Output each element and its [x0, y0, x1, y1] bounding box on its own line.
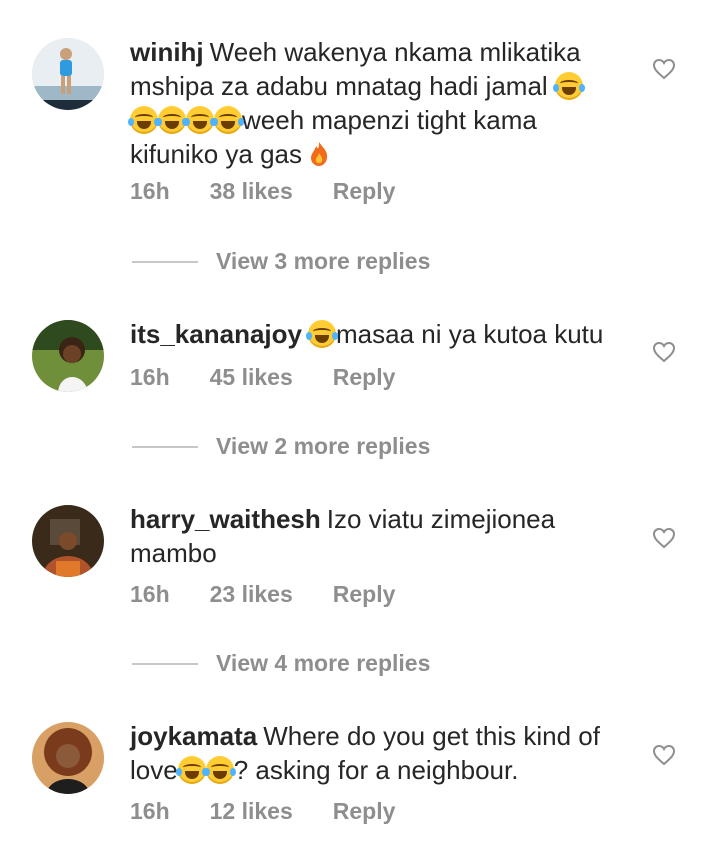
comment-text: its_kananajoy masaa ni ya kutoa kutu	[130, 317, 620, 351]
reply-button[interactable]: Reply	[333, 798, 396, 824]
comment-time: 16h	[130, 178, 170, 204]
comment-username[interactable]: its_kananajoy	[130, 319, 302, 349]
reply-button[interactable]: Reply	[333, 178, 396, 204]
comment-username[interactable]: joykamata	[130, 721, 257, 751]
comment-body: ? asking for a neighbour.	[233, 755, 519, 785]
comment-text: winihj Weeh wakenya nkama mlikatika mship…	[128, 35, 620, 171]
view-more-replies[interactable]: View 3 more replies	[132, 248, 430, 275]
comment-meta: 16h 23 likes Reply	[130, 581, 435, 608]
replies-divider	[132, 662, 198, 665]
reply-button[interactable]: Reply	[333, 364, 396, 390]
heart-icon[interactable]	[652, 58, 676, 80]
comment-likes[interactable]: 23 likes	[210, 581, 293, 607]
replies-divider	[132, 260, 198, 263]
comment-meta: 16h 38 likes Reply	[130, 178, 435, 205]
comment-time: 16h	[130, 364, 170, 390]
laugh-emoji-icon	[175, 756, 208, 784]
laugh-emoji-icon	[184, 106, 216, 134]
view-more-replies[interactable]: View 2 more replies	[132, 433, 430, 460]
reply-button[interactable]: Reply	[333, 581, 396, 607]
avatar-image	[32, 38, 104, 110]
laugh-emoji-icon	[552, 72, 585, 100]
comment-meta: 16h 45 likes Reply	[130, 364, 435, 391]
replies-divider	[132, 445, 198, 448]
comment-time: 16h	[130, 798, 170, 824]
laugh-emoji-icon	[156, 106, 188, 134]
avatar-image	[32, 320, 104, 392]
avatar-image	[32, 505, 104, 577]
heart-icon[interactable]	[652, 744, 676, 766]
laugh-emoji-icon	[203, 756, 236, 784]
heart-icon[interactable]	[652, 341, 676, 363]
fire-emoji-icon	[311, 142, 328, 166]
comment-body: masaa ni ya kutoa kutu	[335, 319, 604, 349]
comment-likes[interactable]: 12 likes	[210, 798, 293, 824]
comment-text: joykamata Where do you get this kind of l…	[130, 719, 620, 787]
comment-meta: 16h 12 likes Reply	[130, 798, 435, 825]
laugh-emoji-icon	[128, 106, 160, 134]
laugh-emoji-icon	[212, 106, 244, 134]
heart-icon[interactable]	[652, 527, 676, 549]
comment-likes[interactable]: 45 likes	[210, 364, 293, 390]
avatar[interactable]	[32, 38, 104, 110]
avatar[interactable]	[32, 320, 104, 392]
view-more-replies-label[interactable]: View 4 more replies	[216, 650, 430, 677]
comment-text: harry_waithesh Izo viatu zimejionea mambo	[130, 502, 620, 570]
avatar[interactable]	[32, 722, 104, 794]
view-more-replies-label[interactable]: View 2 more replies	[216, 433, 430, 460]
comment-username[interactable]: winihj	[130, 37, 204, 67]
view-more-replies-label[interactable]: View 3 more replies	[216, 248, 430, 275]
comment-time: 16h	[130, 581, 170, 607]
avatar-image	[32, 722, 104, 794]
comment-likes[interactable]: 38 likes	[210, 178, 293, 204]
comment-username[interactable]: harry_waithesh	[130, 504, 321, 534]
laugh-emoji-icon	[305, 320, 338, 348]
view-more-replies[interactable]: View 4 more replies	[132, 650, 430, 677]
avatar[interactable]	[32, 505, 104, 577]
